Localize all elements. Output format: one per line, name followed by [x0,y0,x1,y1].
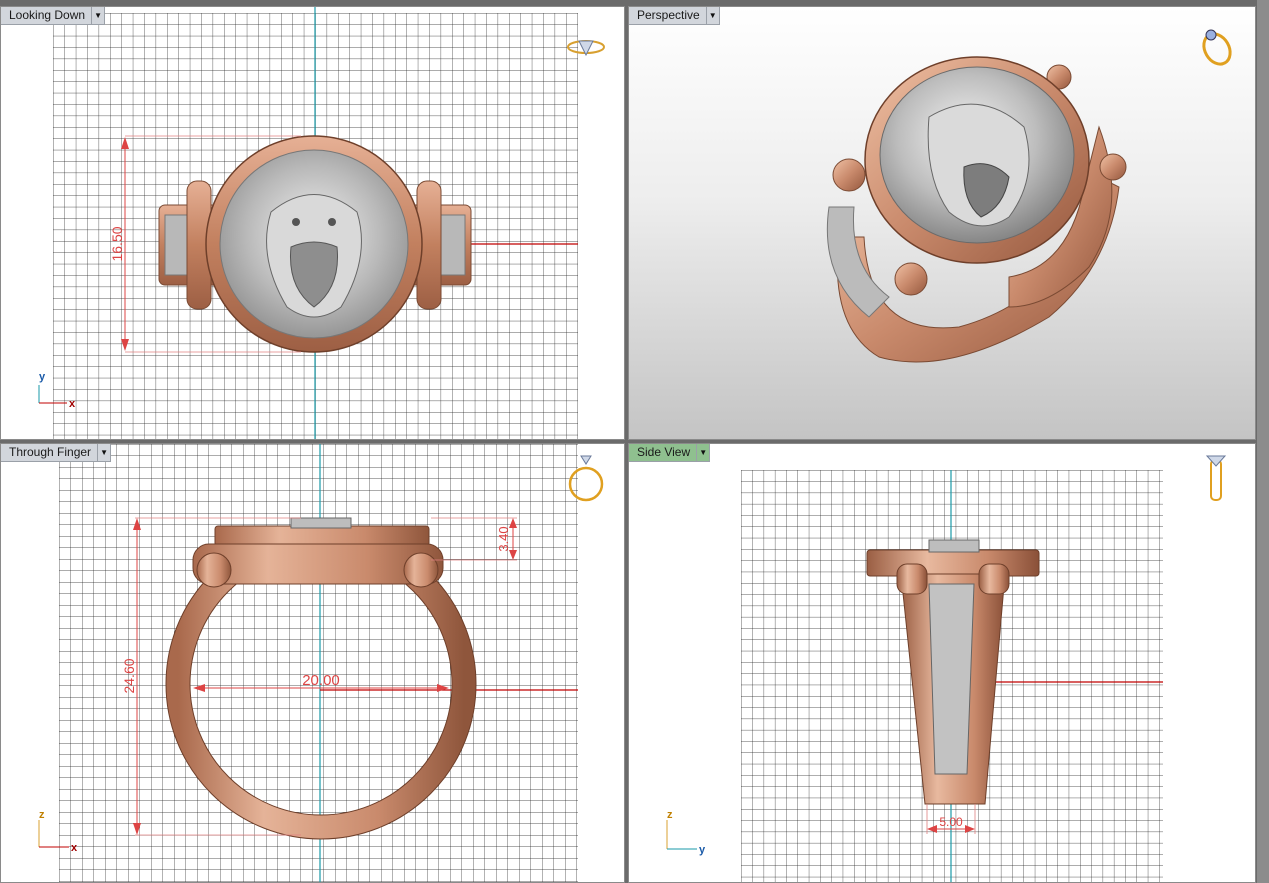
viewport-title: Side View [637,445,691,459]
dimension-label: 24.60 [121,658,137,693]
viewport-tab-through-finger[interactable]: Through Finger ▼ [1,444,112,462]
axis-label-z: z [39,809,45,821]
dimension-label: 16.50 [109,226,125,261]
side-view-canvas[interactable]: 5.00 z y [629,444,1256,883]
dimension-label: 5.00 [939,815,963,829]
axis-label-y: y [39,371,46,383]
axis-gizmo: z y [666,809,706,856]
viewport-perspective[interactable]: Perspective ▼ [628,6,1256,440]
viewport-menu-chevron-down-icon[interactable]: ▼ [696,444,709,461]
ring-model-perspective[interactable] [826,56,1127,363]
perspective-canvas[interactable] [629,7,1256,440]
axis-label-x: x [69,398,76,410]
viewport-tab-looking-down[interactable]: Looking Down ▼ [1,7,106,25]
dimension-label: 20.00 [302,672,340,689]
viewport-menu-chevron-down-icon[interactable]: ▼ [91,7,104,24]
axis-label-y: y [699,844,706,856]
dimension-label: 3.40 [496,526,511,551]
viewport-title: Looking Down [9,8,86,22]
viewport-title: Perspective [637,8,700,22]
right-scrollbar[interactable] [1257,0,1269,883]
viewport-through-finger[interactable]: Through Finger ▼ 24.60 20.00 3.40 z x [0,443,625,883]
viewport-looking-down[interactable]: Looking Down ▼ 16.50 y x [0,6,625,440]
viewport-menu-chevron-down-icon[interactable]: ▼ [97,444,110,461]
axis-label-z: z [667,809,673,821]
axis-label-x: x [71,842,78,854]
viewport-tab-side-view[interactable]: Side View ▼ [629,444,711,462]
ring-perspective-icon [1202,29,1232,66]
top-view-canvas[interactable]: 16.50 y x [1,7,625,440]
viewport-tab-perspective[interactable]: Perspective ▼ [629,7,720,25]
viewport-side-view[interactable]: Side View ▼ 5.00 z y [628,443,1256,883]
front-view-canvas[interactable]: 24.60 20.00 3.40 z x [1,444,625,883]
viewport-menu-chevron-down-icon[interactable]: ▼ [705,7,719,24]
viewport-title: Through Finger [9,445,92,459]
ring-side-icon [1205,455,1227,501]
